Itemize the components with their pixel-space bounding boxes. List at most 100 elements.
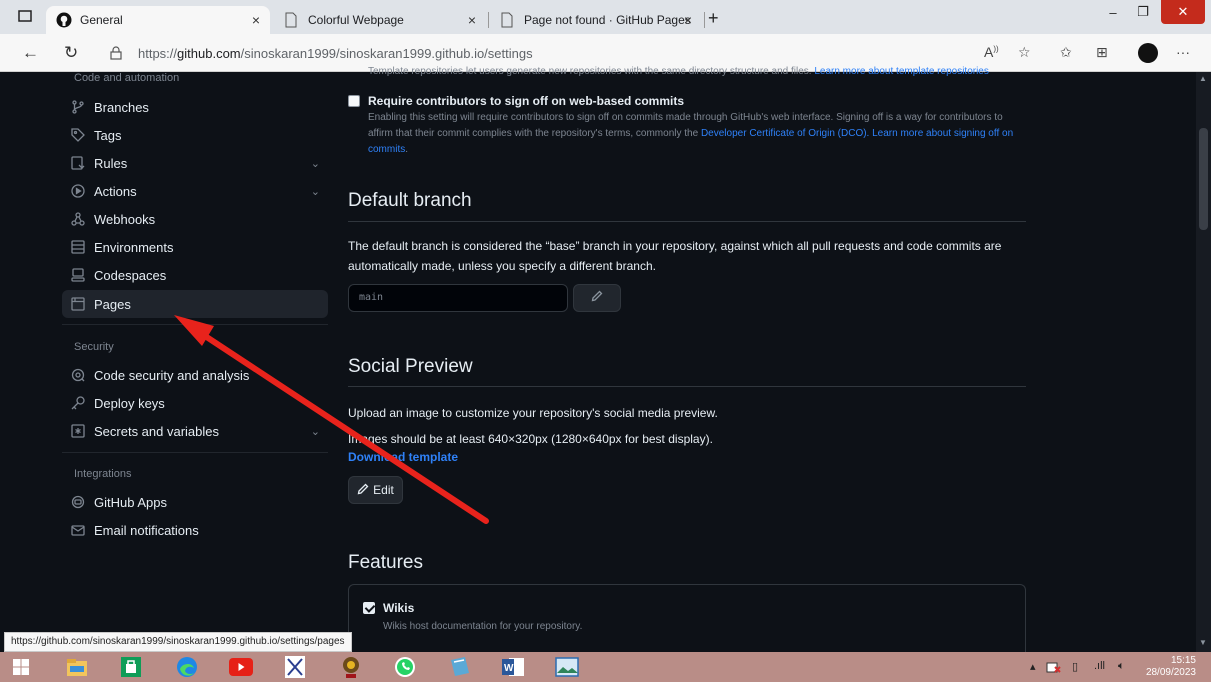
sidebar-section-title: Code and automation xyxy=(74,72,180,84)
sidebar-item-label: Tags xyxy=(94,127,122,143)
signoff-checkbox[interactable] xyxy=(348,95,360,107)
tab-general[interactable]: General × xyxy=(46,6,270,34)
app-logo-icon[interactable] xyxy=(282,655,308,679)
tab-page-not-found[interactable]: Page not found · GitHub Pages × xyxy=(490,6,702,34)
chevron-down-icon[interactable]: ⌄ xyxy=(311,185,320,198)
sidebar-item-label: Branches xyxy=(94,99,149,115)
page-scrollbar[interactable]: ▲ ▼ xyxy=(1196,72,1211,652)
word-icon[interactable]: W xyxy=(500,655,526,679)
social-preview-heading: Social Preview xyxy=(348,356,473,377)
sidebar-item-label: Email notifications xyxy=(94,522,199,538)
file-explorer-icon[interactable] xyxy=(64,655,90,679)
apps-icon xyxy=(70,494,86,510)
photos-icon[interactable] xyxy=(554,655,580,679)
notes-icon[interactable] xyxy=(446,655,472,679)
download-template-link[interactable]: Download template xyxy=(348,450,458,464)
read-aloud-icon[interactable]: A)) xyxy=(984,44,999,60)
wikis-checkbox-row[interactable]: Wikis xyxy=(363,601,414,615)
whatsapp-icon[interactable] xyxy=(392,655,418,679)
browser-tab-bar: General × Colorful Webpage × Page not fo… xyxy=(0,0,1211,34)
key-icon xyxy=(70,395,86,411)
sidebar-item-webhooks[interactable]: Webhooks xyxy=(62,205,328,233)
sidebar-item-branches[interactable]: Branches xyxy=(62,93,328,121)
profile-icon[interactable] xyxy=(1138,43,1158,63)
default-branch-description: The default branch is considered the “ba… xyxy=(348,239,1002,273)
sidebar-item-label: Environments xyxy=(94,239,174,255)
favorite-icon[interactable]: ☆ xyxy=(1018,44,1031,61)
scroll-down-icon[interactable]: ▼ xyxy=(1199,638,1207,647)
maximize-button[interactable]: ❐ xyxy=(1128,0,1158,24)
mail-icon xyxy=(70,522,86,538)
signoff-label: Require contributors to sign off on web-… xyxy=(368,94,685,108)
new-tab-button[interactable]: + xyxy=(708,8,719,29)
more-icon[interactable]: ··· xyxy=(1176,44,1190,60)
refresh-icon[interactable]: ↻ xyxy=(64,43,78,63)
close-window-button[interactable]: ✕ xyxy=(1161,0,1205,24)
wikis-checkbox[interactable] xyxy=(363,602,375,614)
scroll-up-icon[interactable]: ▲ xyxy=(1199,74,1207,83)
sidebar-item-label: Pages xyxy=(94,296,131,312)
phone-link-icon[interactable]: ▯ xyxy=(1072,660,1078,673)
sidebar-item-codespaces[interactable]: Codespaces xyxy=(62,261,328,289)
tab-label: Colorful Webpage xyxy=(308,13,404,27)
tab-close-icon[interactable]: × xyxy=(468,12,476,28)
lock-icon[interactable] xyxy=(110,46,124,60)
sidebar-item-rules[interactable]: Rules ⌄ xyxy=(62,149,328,177)
social-preview-edit-button[interactable]: Edit xyxy=(348,476,403,504)
sidebar-section-title: Integrations xyxy=(74,468,132,480)
sidebar-item-email-notifications[interactable]: Email notifications xyxy=(62,516,328,544)
sidebar-item-pages[interactable]: Pages xyxy=(62,290,328,318)
clock-date: 28/09/2023 xyxy=(1145,667,1196,678)
edit-default-branch-button[interactable] xyxy=(573,284,621,312)
emblem-icon[interactable] xyxy=(338,655,364,679)
tab-actions-icon[interactable] xyxy=(18,9,34,25)
github-icon xyxy=(56,12,72,28)
sidebar-item-deploy-keys[interactable]: Deploy keys xyxy=(62,389,328,417)
minimize-button[interactable]: – xyxy=(1098,0,1128,24)
url-field[interactable]: https://github.com/sinoskaran1999/sinosk… xyxy=(138,46,533,61)
sidebar-item-github-apps[interactable]: GitHub Apps xyxy=(62,488,328,516)
signoff-checkbox-row[interactable]: Require contributors to sign off on web-… xyxy=(348,94,684,108)
network-warning-icon[interactable] xyxy=(1046,660,1062,677)
scroll-thumb[interactable] xyxy=(1199,128,1208,230)
sidebar-item-secrets-and-variables[interactable]: Secrets and variables ⌄ xyxy=(62,417,328,445)
default-branch-heading: Default branch xyxy=(348,190,472,211)
chevron-down-icon[interactable]: ⌄ xyxy=(311,425,320,438)
sidebar-item-label: Code security and analysis xyxy=(94,367,250,383)
settings-sidebar: Code and automation Branches Tags Rules … xyxy=(0,72,336,652)
page-icon xyxy=(284,12,300,28)
section-divider xyxy=(348,386,1026,387)
signal-icon[interactable]: .ıll xyxy=(1094,660,1105,672)
tab-close-icon[interactable]: × xyxy=(684,12,692,28)
favorites-list-icon[interactable]: ✩ xyxy=(1060,44,1072,61)
taskbar-clock[interactable]: 15:15 28/09/2023 xyxy=(1142,655,1196,679)
sidebar-item-tags[interactable]: Tags xyxy=(62,121,328,149)
link-status-bar: https://github.com/sinoskaran1999/sinosk… xyxy=(4,632,352,652)
edit-label: Edit xyxy=(373,483,394,497)
tab-colorful-webpage[interactable]: Colorful Webpage × xyxy=(274,6,486,34)
chevron-down-icon[interactable]: ⌄ xyxy=(311,157,320,170)
codescan-icon xyxy=(70,367,86,383)
show-hidden-icons[interactable]: ▴ xyxy=(1030,660,1036,673)
youtube-icon[interactable] xyxy=(228,655,254,679)
tab-close-icon[interactable]: × xyxy=(252,12,260,28)
sidebar-item-environments[interactable]: Environments xyxy=(62,233,328,261)
edge-icon[interactable] xyxy=(174,655,200,679)
windows-start-icon[interactable] xyxy=(8,655,34,679)
sidebar-item-code-security[interactable]: Code security and analysis xyxy=(62,361,328,389)
git-branch-icon xyxy=(70,99,86,115)
url-path: /sinoskaran1999/sinoskaran1999.github.io… xyxy=(240,46,533,61)
collections-icon[interactable]: ⊞ xyxy=(1096,44,1108,61)
dco-link[interactable]: Developer Certificate of Origin (DCO). xyxy=(701,128,869,139)
template-repos-link[interactable]: Learn more about template repositories xyxy=(814,66,989,77)
url-prefix: https:// xyxy=(138,46,178,61)
store-icon[interactable] xyxy=(118,655,144,679)
volume-icon[interactable]: 🔈︎ xyxy=(1118,660,1125,673)
sidebar-item-label: Webhooks xyxy=(94,211,156,227)
tab-label: General xyxy=(80,13,123,27)
template-repos-note: Template repositories let users generate… xyxy=(368,66,989,77)
asterisk-icon xyxy=(70,423,86,439)
back-arrow-icon[interactable]: ← xyxy=(22,43,39,63)
default-branch-field[interactable]: main xyxy=(348,284,568,312)
sidebar-item-actions[interactable]: Actions ⌄ xyxy=(62,177,328,205)
